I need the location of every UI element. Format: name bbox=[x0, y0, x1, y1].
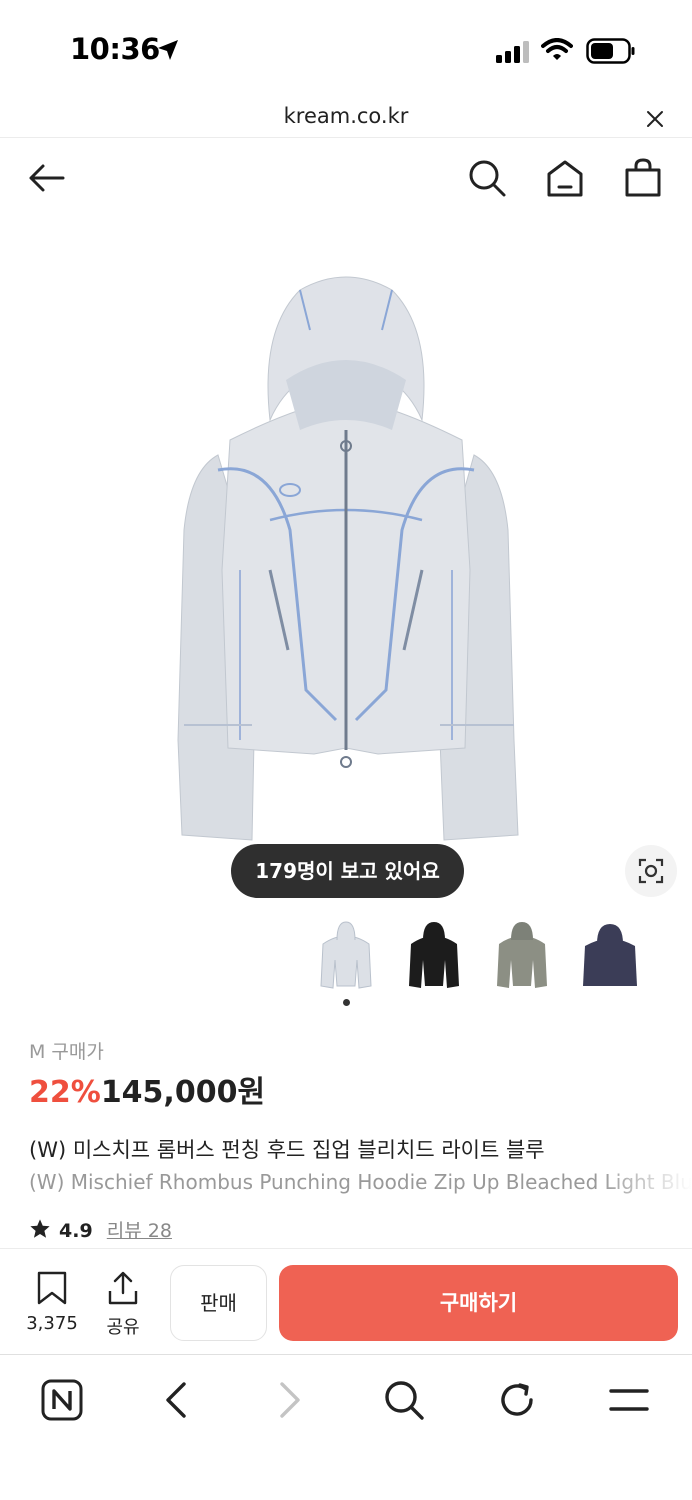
bookmark-icon bbox=[37, 1271, 67, 1305]
browser-url-bar[interactable]: kream.co.kr bbox=[0, 100, 692, 138]
review-link[interactable]: 리뷰 28 bbox=[107, 1220, 172, 1242]
product-title-ko: (W) 미스치프 롬버스 펀칭 후드 집업 블리치드 라이트 블루 bbox=[29, 1138, 545, 1162]
close-icon[interactable] bbox=[644, 108, 666, 130]
cellular-signal-icon bbox=[496, 41, 529, 63]
color-thumbnails bbox=[0, 920, 692, 1000]
carousel-indicator bbox=[343, 999, 350, 1006]
discount-rate: 22% bbox=[29, 1075, 101, 1110]
thumbnail-navy[interactable] bbox=[579, 920, 641, 996]
battery-icon bbox=[586, 38, 635, 64]
thumbnail-light-blue[interactable] bbox=[315, 920, 377, 996]
menu-icon[interactable] bbox=[608, 1379, 650, 1421]
share-label: 공유 bbox=[106, 1317, 140, 1338]
size-price-label: M 구매가 bbox=[29, 1041, 104, 1063]
wishlist-count: 3,375 bbox=[26, 1313, 78, 1334]
thumbnail-black[interactable] bbox=[403, 920, 465, 996]
location-arrow-icon bbox=[158, 40, 178, 60]
share-icon bbox=[108, 1271, 138, 1305]
url-text: kream.co.kr bbox=[283, 104, 409, 128]
rating-value: 4.9 bbox=[59, 1220, 93, 1242]
share-button[interactable]: 공유 bbox=[100, 1271, 146, 1339]
viewers-badge: 179명이 보고 있어요 bbox=[231, 844, 464, 898]
shopping-bag-icon[interactable] bbox=[623, 158, 663, 198]
lens-icon bbox=[638, 858, 664, 884]
search-icon[interactable] bbox=[467, 158, 507, 198]
price-row: 22%145,000원 bbox=[29, 1067, 266, 1110]
rating-row: 4.9 리뷰 28 bbox=[29, 1216, 172, 1244]
product-title-en: (W) Mischief Rhombus Punching Hoodie Zip… bbox=[29, 1170, 692, 1194]
star-icon bbox=[30, 1219, 50, 1238]
status-time: 10:36 bbox=[70, 32, 160, 66]
purchase-action-bar: 3,375 공유 판매 구매하기 bbox=[0, 1248, 692, 1355]
browser-toolbar bbox=[0, 1355, 692, 1500]
app-header bbox=[0, 138, 692, 222]
reload-icon[interactable] bbox=[496, 1379, 538, 1421]
thumbnail-grey-wash[interactable] bbox=[491, 920, 553, 996]
title-fade bbox=[600, 1166, 692, 1198]
chevron-left-icon[interactable] bbox=[160, 1379, 192, 1421]
buy-button[interactable]: 구매하기 bbox=[279, 1265, 678, 1341]
back-arrow-icon[interactable] bbox=[27, 158, 67, 198]
status-bar: 10:36 bbox=[0, 0, 692, 100]
wifi-icon bbox=[541, 38, 573, 60]
product-image[interactable] bbox=[160, 270, 532, 854]
home-icon[interactable] bbox=[545, 158, 585, 198]
price: 145,000원 bbox=[100, 1075, 266, 1110]
chevron-right-icon[interactable] bbox=[274, 1379, 306, 1421]
search-icon[interactable] bbox=[383, 1379, 425, 1421]
lens-search-button[interactable] bbox=[625, 845, 677, 897]
sell-button[interactable]: 판매 bbox=[170, 1265, 267, 1341]
wishlist-button[interactable]: 3,375 bbox=[24, 1271, 80, 1334]
naver-icon[interactable] bbox=[41, 1379, 83, 1421]
